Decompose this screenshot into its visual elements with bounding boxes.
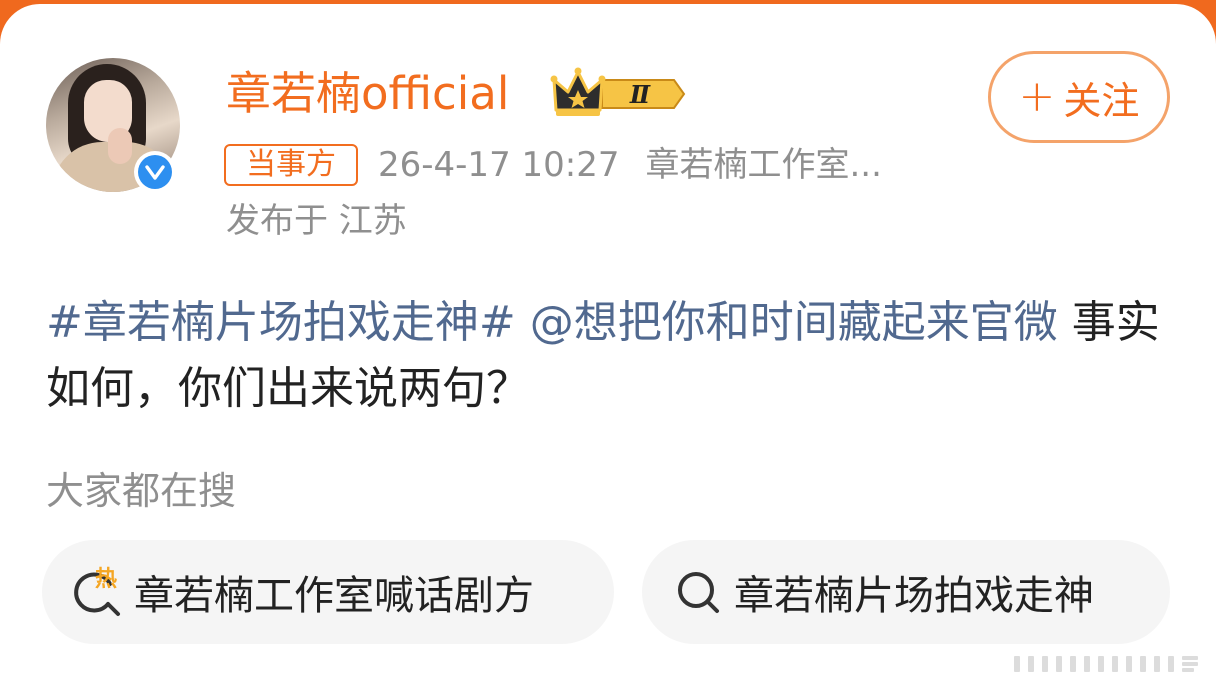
plus-icon: +: [1018, 71, 1056, 122]
follow-label: 关注: [1063, 78, 1140, 123]
badge-level: Ⅱ: [629, 80, 651, 109]
weibo-post-card: 章若楠official Ⅱ + 关注 当事方 26-4-17 10:27 章若楠工…: [0, 4, 1216, 692]
search-chip-filming[interactable]: 章若楠片场拍戏走神: [642, 540, 1170, 644]
mention-link[interactable]: @想把你和时间藏起来官微: [530, 297, 1058, 348]
hot-search-label: 热: [95, 566, 117, 592]
search-icon: [668, 562, 728, 622]
hashtag-link[interactable]: #章若楠片场拍戏走神#: [46, 297, 516, 348]
verified-icon: [134, 151, 176, 193]
post-location: 发布于 江苏: [226, 201, 407, 241]
search-chip-studio[interactable]: 热 章若楠工作室喊话剧方: [42, 540, 614, 644]
party-tag: 当事方: [224, 144, 358, 186]
search-chip-label: 章若楠片场拍戏走神: [734, 573, 1094, 619]
post-timestamp: 26-4-17 10:27: [378, 145, 620, 185]
author-name[interactable]: 章若楠official: [226, 64, 509, 124]
trending-search-heading: 大家都在搜: [46, 469, 237, 513]
crown-badge-icon[interactable]: Ⅱ: [550, 66, 690, 122]
post-meta: 26-4-17 10:27 章若楠工作室...: [378, 142, 882, 188]
avatar[interactable]: [46, 58, 180, 193]
post-source[interactable]: 章若楠工作室...: [646, 145, 882, 185]
hot-search-icon: 热: [68, 562, 128, 622]
post-text: #章若楠片场拍戏走神# @想把你和时间藏起来官微 事实如何，你们出来说两句？: [46, 290, 1176, 422]
follow-button[interactable]: + 关注: [988, 51, 1170, 143]
search-chip-label: 章若楠工作室喊话剧方: [134, 573, 534, 619]
watermark-pattern: [1006, 648, 1206, 678]
